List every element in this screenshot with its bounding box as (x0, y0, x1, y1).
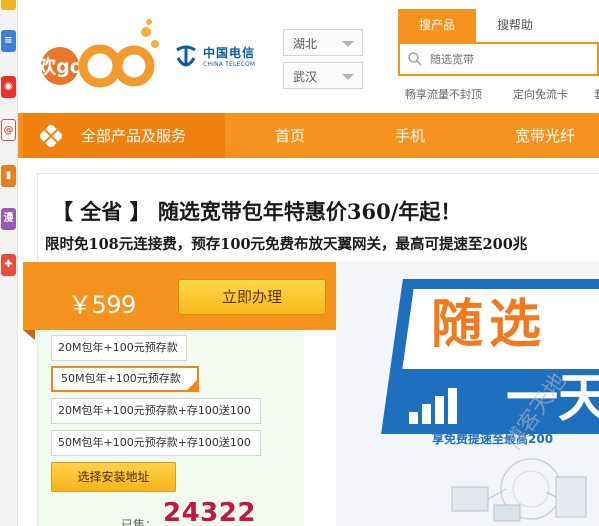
main-nav: 全部产品及服务 首页 手机 宽带光纤 (18, 113, 599, 158)
huango-logo[interactable]: 欢go (38, 18, 168, 93)
game-controller-icon[interactable]: ✚ (1, 254, 16, 276)
option-20m-prepay[interactable]: 20M包年+100元预存款 (51, 335, 187, 361)
all-products-label: 全部产品及服务 (81, 127, 187, 145)
search-icon[interactable] (407, 51, 423, 67)
china-telecom-logo: 中国电信 CHINA TELECOM (173, 42, 273, 74)
chevron-down-icon (342, 41, 354, 47)
chevron-down-icon (342, 74, 354, 80)
signal-bars-icon (409, 388, 457, 424)
page-title: 【 全省 】 随选宽带包年特惠价360/年起！ (52, 199, 462, 224)
promo-subtitle: 限时免108元连接费，预存100元免费布放天翼网关，最高可提速至200兆 (45, 236, 528, 253)
gold-tile-icon[interactable] (1, 0, 16, 10)
network-devices-illustration (451, 458, 587, 522)
tab-search-help[interactable]: 搜帮助 (476, 9, 554, 42)
promo-banner[interactable]: 随选 一天 享免费提速至最高200 博客天地 (336, 262, 599, 526)
sold-label: 已售： (121, 518, 158, 526)
select-address-button[interactable]: 选择安装地址 (51, 462, 176, 492)
telecom-emblem-icon (176, 45, 196, 67)
option-20m-prepay-bonus[interactable]: 20M包年+100元预存款+存100送100 (51, 398, 261, 424)
check-icon: ✓ (189, 380, 196, 389)
search-input[interactable] (430, 50, 590, 68)
city-value: 武汉 (293, 70, 318, 84)
comic-icon[interactable]: 漫 (1, 208, 16, 230)
site-header: 欢go 中国电信 CHINA TELECOM 湖北 武汉 搜产品 搜帮助 畅享流… (18, 0, 599, 113)
city-select[interactable]: 武汉 (283, 62, 363, 89)
telecom-name-cn: 中国电信 (203, 46, 256, 60)
nav-item-broadband[interactable]: 宽带光纤 (515, 125, 575, 146)
nav-item-home[interactable]: 首页 (275, 125, 305, 146)
option-label: 20M包年+100元预存款+存100送100 (58, 404, 251, 417)
side-icon-strip: ≡ ◉ @ ▮ 漫 ✚ (0, 0, 18, 526)
province-value: 湖北 (293, 37, 318, 51)
option-label: 50M包年+100元预存款 (61, 372, 181, 385)
hot-link-free-traffic-card[interactable]: 定向免流卡 (513, 86, 568, 102)
banner-headline: 随选 (431, 295, 548, 355)
nav-item-phones[interactable]: 手机 (395, 125, 425, 146)
search-box (398, 42, 599, 76)
weibo-icon[interactable]: ◉ (1, 76, 16, 98)
at-sign-icon[interactable]: @ (1, 119, 16, 141)
logo-glyph: 欢go (38, 55, 83, 78)
list-icon[interactable]: ≡ (1, 30, 16, 52)
buy-now-button[interactable]: 立即办理 (178, 279, 326, 315)
option-label: 50M包年+100元预存款+存100送100 (58, 436, 251, 449)
search-tabs: 搜产品 搜帮助 (398, 9, 599, 42)
grid-diamond-icon (40, 125, 62, 147)
option-50m-prepay-bonus[interactable]: 50M包年+100元预存款+存100送100 (51, 430, 261, 456)
option-50m-prepay[interactable]: 50M包年+100元预存款 ✓ (51, 366, 199, 392)
tab-search-products[interactable]: 搜产品 (398, 9, 476, 42)
hot-link-unlimited-data[interactable]: 畅享流量不封顶 (405, 86, 482, 102)
all-products-menu[interactable]: 全部产品及服务 (23, 113, 225, 158)
telecom-name-en: CHINA TELECOM (203, 61, 256, 68)
price-bar-fold (23, 330, 35, 340)
province-select[interactable]: 湖北 (283, 29, 363, 56)
price-value: ￥599 (68, 291, 136, 319)
sold-count: 24322 (163, 498, 256, 526)
bookmark-icon[interactable]: ▮ (1, 165, 16, 187)
option-label: 20M包年+100元预存款 (58, 341, 178, 354)
hot-link-package[interactable]: 套 (594, 86, 599, 102)
